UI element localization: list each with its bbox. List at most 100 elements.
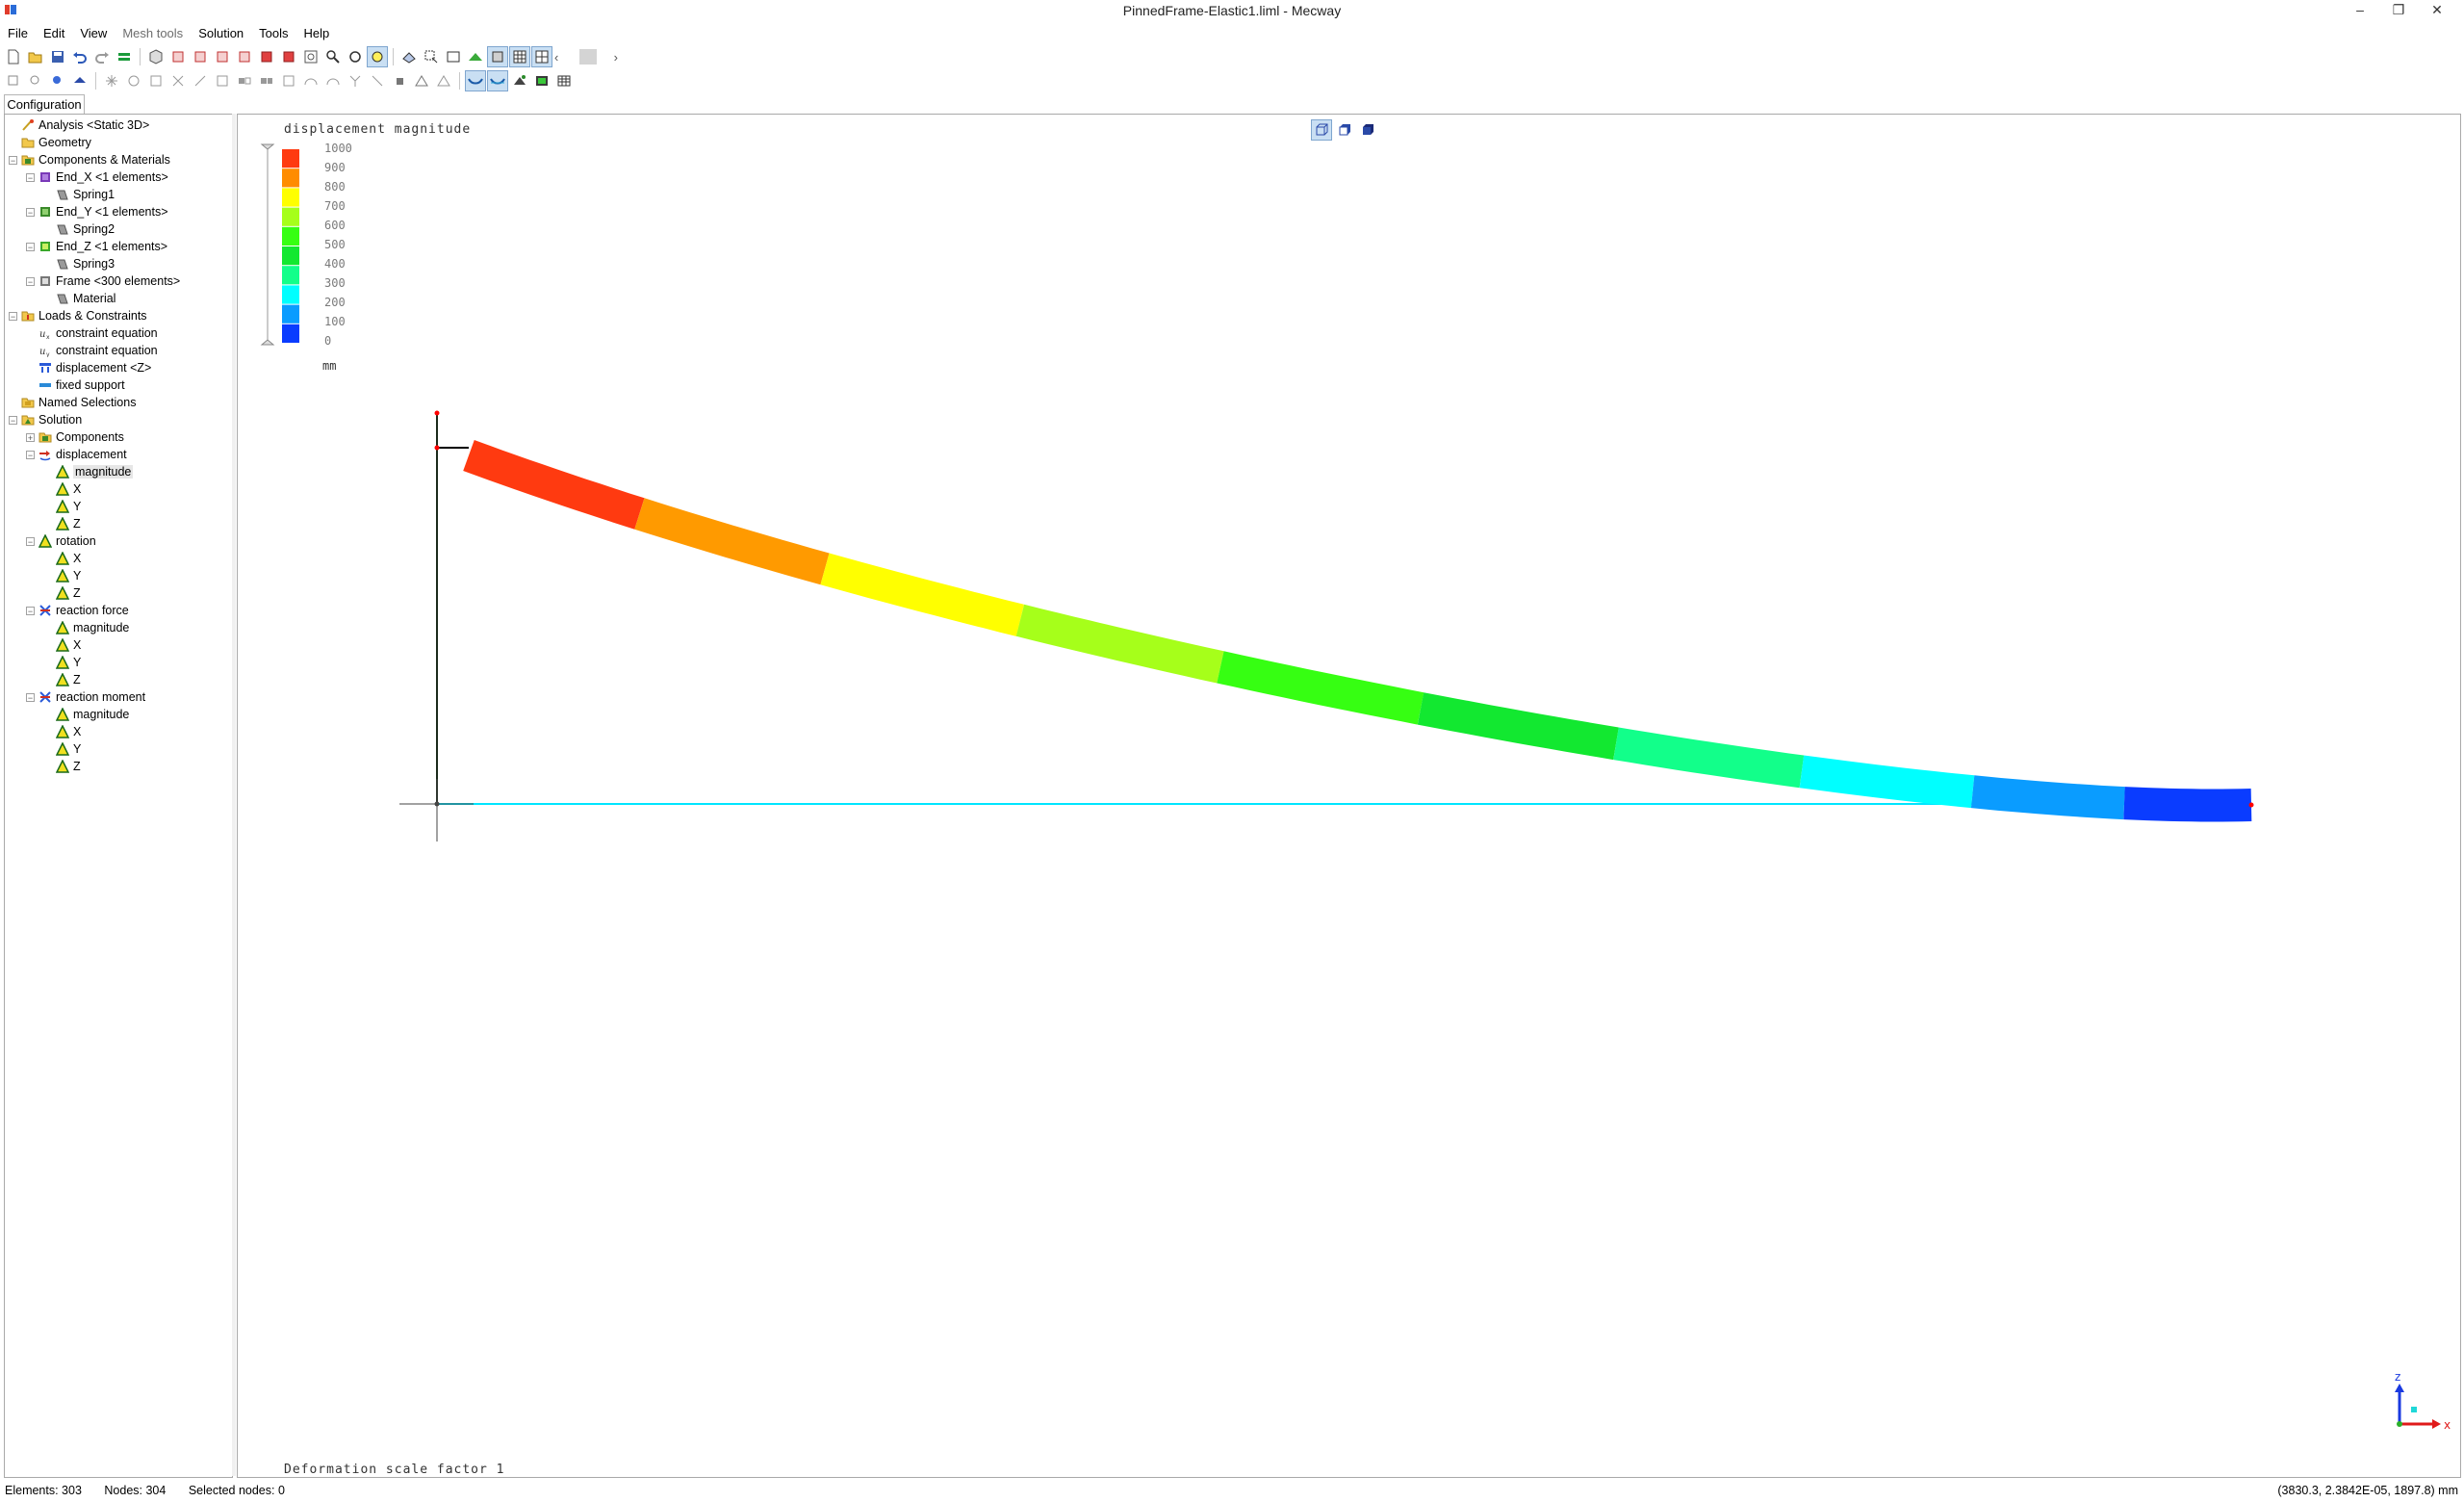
tree-item-constraint-equation-2[interactable]: uy constraint equation bbox=[26, 342, 158, 359]
undo-button[interactable] bbox=[70, 47, 90, 66]
undeformed-shape-button[interactable] bbox=[487, 70, 508, 91]
tree-item-solution-components[interactable]: + Components bbox=[26, 428, 124, 446]
select-elements-button[interactable] bbox=[399, 47, 419, 66]
collapse-toggle[interactable]: − bbox=[9, 415, 17, 425]
tree-item-loads-constraints[interactable]: − Loads & Constraints bbox=[9, 307, 147, 324]
mesh-tool-6-button[interactable] bbox=[124, 71, 143, 91]
restore-button[interactable]: ❐ bbox=[2379, 0, 2418, 21]
tree-item-solution[interactable]: − Solution bbox=[9, 411, 82, 428]
tree-item-spring3[interactable]: Spring3 bbox=[43, 255, 115, 272]
tree-item-rotation[interactable]: − rotation bbox=[26, 532, 96, 550]
tree-item-constraint-equation-1[interactable]: ux constraint equation bbox=[26, 324, 158, 342]
rotate-view-button[interactable] bbox=[346, 47, 365, 66]
top-view-button[interactable] bbox=[257, 47, 276, 66]
mesh-tool-5-button[interactable] bbox=[102, 71, 121, 91]
tree-item-reaction-force-x[interactable]: X bbox=[43, 636, 81, 654]
collapse-toggle[interactable]: − bbox=[26, 172, 35, 182]
collapse-toggle[interactable]: − bbox=[26, 207, 35, 217]
front-view-button[interactable] bbox=[168, 47, 188, 66]
close-button[interactable]: ✕ bbox=[2418, 0, 2456, 21]
redo-button[interactable] bbox=[92, 47, 112, 66]
mesh-tool-12-button[interactable] bbox=[257, 71, 276, 91]
tree-item-spring1[interactable]: Spring1 bbox=[43, 186, 115, 203]
menu-help[interactable]: Help bbox=[296, 26, 338, 40]
tree-item-reaction-moment-y[interactable]: Y bbox=[43, 740, 81, 758]
mesh-tool-11-button[interactable] bbox=[235, 71, 254, 91]
scroll-right-icon[interactable]: › bbox=[614, 50, 618, 65]
expand-toggle[interactable]: + bbox=[26, 432, 35, 442]
mesh-tool-16-button[interactable] bbox=[346, 71, 365, 91]
tree-item-reaction-moment[interactable]: − reaction moment bbox=[26, 688, 145, 706]
mesh-tool-3-button[interactable] bbox=[48, 71, 67, 91]
mesh-tool-1-button[interactable] bbox=[4, 71, 23, 91]
new-file-button[interactable] bbox=[4, 47, 23, 66]
tree-item-end-y[interactable]: − End_Y <1 elements> bbox=[26, 203, 168, 220]
tree-item-reaction-moment-magnitude[interactable]: magnitude bbox=[43, 706, 129, 723]
collapse-toggle[interactable]: − bbox=[26, 692, 35, 702]
panel-splitter[interactable] bbox=[232, 114, 236, 1476]
tree-item-reaction-moment-x[interactable]: X bbox=[43, 723, 81, 740]
mesh-tool-19-button[interactable] bbox=[412, 71, 431, 91]
tree-item-displacement-z-result[interactable]: Z bbox=[43, 515, 81, 532]
zoom-fit-button[interactable] bbox=[301, 47, 321, 66]
tree-item-analysis[interactable]: Analysis <Static 3D> bbox=[9, 117, 149, 134]
right-view-button[interactable] bbox=[235, 47, 254, 66]
mesh-tool-7-button[interactable] bbox=[146, 71, 166, 91]
tree-item-displacement-x[interactable]: X bbox=[43, 480, 81, 498]
wireframe-button[interactable] bbox=[487, 46, 508, 67]
tree-item-displacement-magnitude[interactable]: magnitude bbox=[43, 463, 134, 480]
tree-item-rotation-z[interactable]: Z bbox=[43, 584, 81, 602]
mesh-tool-8-button[interactable] bbox=[168, 71, 188, 91]
minimize-button[interactable]: – bbox=[2341, 0, 2379, 21]
mesh-tool-17-button[interactable] bbox=[368, 71, 387, 91]
bottom-view-button[interactable] bbox=[279, 47, 298, 66]
box-select-button[interactable] bbox=[444, 47, 463, 66]
tree-item-displacement-z[interactable]: displacement <Z> bbox=[26, 359, 151, 376]
contour-button[interactable] bbox=[510, 71, 529, 91]
tree-item-components-materials[interactable]: − Components & Materials bbox=[9, 151, 170, 168]
select-mode-button[interactable] bbox=[422, 47, 441, 66]
collapse-toggle[interactable]: − bbox=[26, 606, 35, 615]
legend-slider-top-handle[interactable] bbox=[260, 143, 275, 150]
solve-button[interactable] bbox=[115, 47, 134, 66]
open-file-button[interactable] bbox=[26, 47, 45, 66]
tree-item-reaction-force-magnitude[interactable]: magnitude bbox=[43, 619, 129, 636]
tree-item-reaction-force[interactable]: − reaction force bbox=[26, 602, 129, 619]
tree-item-material[interactable]: Material bbox=[43, 290, 116, 307]
mesh-tool-20-button[interactable] bbox=[434, 71, 453, 91]
zoom-button[interactable] bbox=[323, 47, 343, 66]
collapse-toggle[interactable]: − bbox=[9, 155, 17, 165]
tree-item-rotation-y[interactable]: Y bbox=[43, 567, 81, 584]
tree-item-spring2[interactable]: Spring2 bbox=[43, 220, 115, 238]
mesh-tool-15-button[interactable] bbox=[323, 71, 343, 91]
node-display-button[interactable] bbox=[531, 46, 552, 67]
pan-button[interactable] bbox=[367, 46, 388, 67]
save-button[interactable] bbox=[48, 47, 67, 66]
tree-item-displacement[interactable]: − displacement bbox=[26, 446, 127, 463]
view-shaded-button[interactable] bbox=[1358, 120, 1377, 140]
menu-solution[interactable]: Solution bbox=[191, 26, 251, 40]
mesh-tool-9-button[interactable] bbox=[191, 71, 210, 91]
tab-configuration[interactable]: Configuration bbox=[4, 94, 85, 115]
mesh-tool-14-button[interactable] bbox=[301, 71, 321, 91]
tree-item-reaction-moment-z[interactable]: Z bbox=[43, 758, 81, 775]
collapse-toggle[interactable]: − bbox=[26, 450, 35, 459]
tree-item-named-selections[interactable]: Named Selections bbox=[9, 394, 136, 411]
mesh-display-button[interactable] bbox=[509, 46, 530, 67]
collapse-toggle[interactable]: − bbox=[26, 536, 35, 546]
model-canvas[interactable]: z x bbox=[238, 115, 2460, 1477]
scroll-thumb[interactable] bbox=[579, 49, 597, 65]
view-wireframe-button[interactable] bbox=[1311, 119, 1332, 141]
tree-item-end-x[interactable]: − End_X <1 elements> bbox=[26, 168, 168, 186]
tree-item-geometry[interactable]: Geometry bbox=[9, 134, 91, 151]
tree-item-reaction-force-z[interactable]: Z bbox=[43, 671, 81, 688]
tree-item-displacement-y[interactable]: Y bbox=[43, 498, 81, 515]
menu-view[interactable]: View bbox=[72, 26, 115, 40]
left-view-button[interactable] bbox=[213, 47, 232, 66]
mesh-tool-2-button[interactable] bbox=[26, 71, 45, 91]
toolbar-scroller[interactable]: ‹ › bbox=[554, 48, 618, 65]
view-hidden-line-button[interactable] bbox=[1335, 120, 1354, 140]
menu-mesh-tools[interactable]: Mesh tools bbox=[115, 26, 191, 40]
mesh-tool-10-button[interactable] bbox=[213, 71, 232, 91]
table-button[interactable] bbox=[554, 71, 574, 91]
